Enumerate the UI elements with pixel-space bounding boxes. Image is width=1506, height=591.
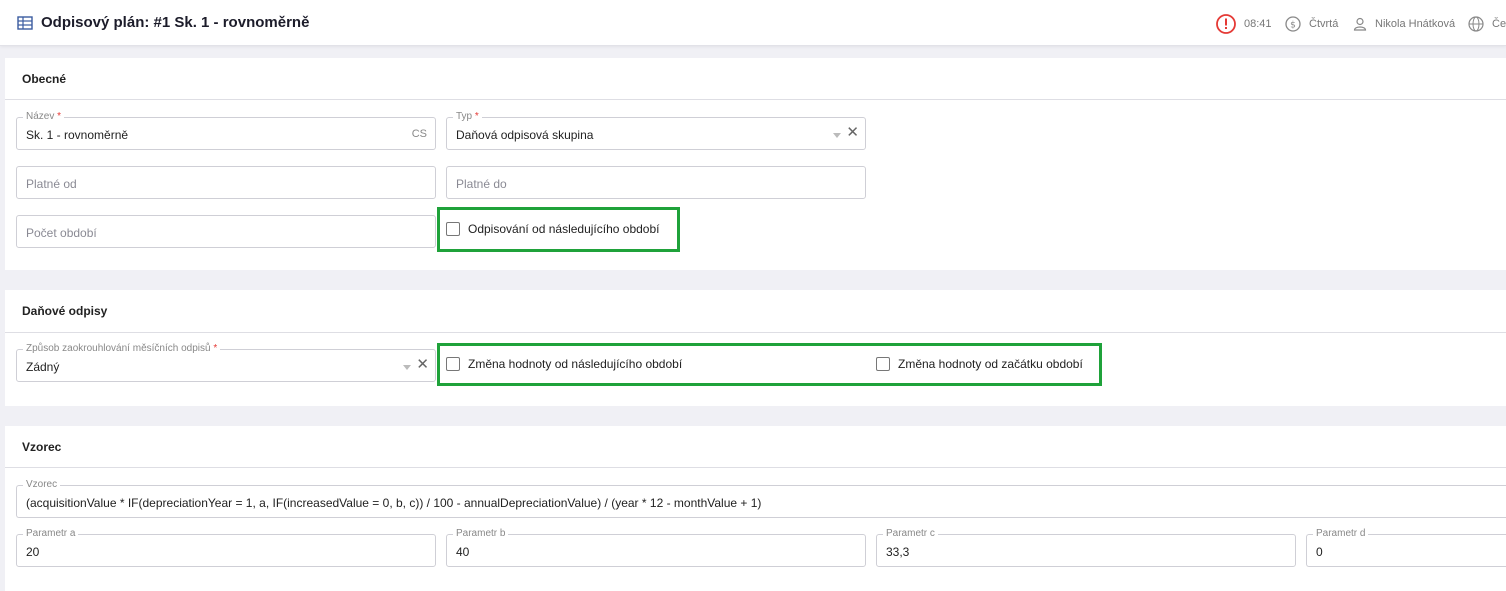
dollar-icon: $ <box>1285 16 1301 32</box>
valid-to-placeholder: Platné do <box>456 177 507 191</box>
session-time: 08:41 <box>1244 18 1272 30</box>
divider <box>5 99 1506 100</box>
user-menu[interactable]: Nikola Hnátková <box>1353 14 1455 34</box>
divider <box>5 332 1506 333</box>
param-d-label: Parametr d <box>1313 528 1369 540</box>
checkbox-icon[interactable] <box>446 357 460 371</box>
divider <box>5 467 1506 468</box>
formula-input-value: (acquisitionValue * IF(depreciationYear … <box>26 496 762 510</box>
name-field-value: Sk. 1 - rovnoměrně <box>26 128 129 142</box>
param-c-label: Parametr c <box>883 528 938 540</box>
rounding-select-value: Zádný <box>26 360 60 374</box>
type-select-label: Typ * <box>453 111 482 123</box>
param-d-value: 0 <box>1316 545 1323 559</box>
change-from-start-label: Změna hodnoty od začátku období <box>898 357 1083 371</box>
rounding-select[interactable]: Způsob zaokrouhlování měsíčních odpisů *… <box>16 343 436 382</box>
general-section: Obecné Název * Sk. 1 - rovnoměrně CS Typ… <box>5 58 1506 270</box>
param-b-label: Parametr b <box>453 528 509 540</box>
globe-icon <box>1468 16 1484 32</box>
company-selector[interactable]: $ Čtvrtá <box>1285 14 1338 34</box>
formula-input[interactable]: Vzorec (acquisitionValue * IF(depreciati… <box>16 479 1506 518</box>
general-section-title: Obecné <box>22 72 67 86</box>
chevron-down-icon[interactable] <box>833 133 841 138</box>
language-selector[interactable]: Če <box>1468 14 1506 34</box>
checkbox-icon[interactable] <box>876 357 890 371</box>
change-from-start-checkbox[interactable]: Změna hodnoty od začátku období <box>876 357 1083 371</box>
param-c-field[interactable]: Parametr c 33,3 <box>876 528 1296 567</box>
tax-section-title: Daňové odpisy <box>22 304 108 318</box>
user-icon <box>1353 17 1367 31</box>
chevron-down-icon[interactable] <box>403 365 411 370</box>
checkbox-icon[interactable] <box>446 222 460 236</box>
language-code: Če <box>1492 18 1506 30</box>
param-a-label: Parametr a <box>23 528 79 540</box>
user-name: Nikola Hnátková <box>1375 18 1456 30</box>
name-field-label: Název * <box>23 111 65 123</box>
name-field[interactable]: Název * Sk. 1 - rovnoměrně CS <box>16 111 436 150</box>
param-b-field[interactable]: Parametr b 40 <box>446 528 866 567</box>
formula-input-label: Vzorec <box>23 479 61 491</box>
language-suffix[interactable]: CS <box>412 128 427 140</box>
change-from-next-label: Změna hodnoty od následujícího období <box>468 357 683 371</box>
param-d-field[interactable]: Parametr d 0 <box>1306 528 1506 567</box>
param-a-value: 20 <box>26 545 40 559</box>
tax-section: Daňové odpisy Způsob zaokrouhlování měsí… <box>5 290 1506 406</box>
param-b-value: 40 <box>456 545 470 559</box>
type-select-value: Daňová odpisová skupina <box>456 128 594 142</box>
type-select[interactable]: Typ * Daňová odpisová skupina ✕ <box>446 111 866 150</box>
param-c-value: 33,3 <box>886 545 910 559</box>
table-icon <box>17 16 33 30</box>
depreciate-from-next-checkbox[interactable]: Odpisování od následujícího období <box>446 222 659 236</box>
change-from-next-checkbox[interactable]: Změna hodnoty od následujícího období <box>446 357 682 371</box>
valid-from-placeholder: Platné od <box>26 177 77 191</box>
param-a-field[interactable]: Parametr a 20 <box>16 528 436 567</box>
period-count-field[interactable]: Počet období <box>16 215 436 248</box>
alert-icon <box>1216 14 1236 34</box>
period-count-placeholder: Počet období <box>26 226 97 240</box>
valid-to-field[interactable]: Platné do <box>446 166 866 199</box>
session-timer[interactable]: 08:41 <box>1216 14 1272 34</box>
svg-text:$: $ <box>1290 21 1296 31</box>
depreciate-from-next-label: Odpisování od následujícího období <box>468 222 660 236</box>
formula-section: Vzorec Vzorec (acquisitionValue * IF(dep… <box>5 426 1506 591</box>
page-title: Odpisový plán: #1 Sk. 1 - rovnoměrně <box>41 14 310 31</box>
rounding-select-label: Způsob zaokrouhlování měsíčních odpisů * <box>23 343 221 355</box>
company-name: Čtvrtá <box>1309 18 1339 30</box>
valid-from-field[interactable]: Platné od <box>16 166 436 199</box>
clear-icon[interactable]: ✕ <box>846 125 859 141</box>
clear-icon[interactable]: ✕ <box>416 357 429 373</box>
page-header: Odpisový plán: #1 Sk. 1 - rovnoměrně 08:… <box>0 0 1506 46</box>
formula-section-title: Vzorec <box>22 440 62 454</box>
